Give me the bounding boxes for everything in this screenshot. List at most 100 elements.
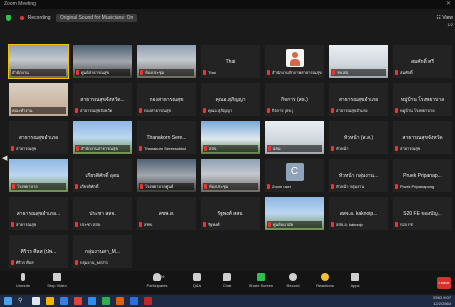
zoom-app-icon[interactable] bbox=[88, 297, 96, 305]
mic-muted-icon bbox=[268, 146, 271, 152]
file-explorer-icon[interactable] bbox=[46, 297, 54, 305]
participant-tile[interactable]: สำนักงาน bbox=[8, 44, 69, 79]
participant-tile[interactable]: Pruek Pripanap... Pruek Pripanapong bbox=[392, 158, 453, 193]
recording-icon bbox=[20, 15, 25, 20]
task-view-icon[interactable] bbox=[32, 297, 40, 305]
stop-video-button[interactable]: Stop Video bbox=[40, 273, 74, 292]
meeting-info-bar: Recording Original Sound for Musicians: … bbox=[0, 10, 455, 26]
participant-name-text: รัฐพงศ์ bbox=[208, 222, 220, 227]
participant-tile[interactable]: สาธารณสุขจังหวัด สาธารณสุข bbox=[392, 120, 453, 155]
mic-muted-icon bbox=[203, 222, 206, 228]
participant-name-label: ศูนย์อนามัย bbox=[267, 221, 322, 228]
mic-muted-icon bbox=[139, 146, 142, 152]
participant-tile[interactable]: ศิริวร ศีลส (ปพ... ศิริวร ศีลส bbox=[8, 234, 69, 269]
mic-muted-icon bbox=[203, 108, 206, 114]
participant-grid: สำนักงาน ศูนย์สาธารณสุข ห้องประชุม Thai Thai… bbox=[8, 44, 453, 270]
participant-name-label: สำนักงานสาธารณสุข bbox=[75, 145, 130, 152]
participant-name-label: ศูนย์สาธารณสุข bbox=[75, 69, 130, 76]
participant-tile[interactable]: กองสาธารณสุข กองสาธารณสุข bbox=[136, 82, 197, 117]
participant-tile[interactable]: สสจ.อ. kaknoip... สสจ.อ. kaknoip bbox=[328, 196, 389, 231]
windows-taskbar: ⚲ ENG 9:07 12/2/2564 bbox=[0, 295, 455, 307]
participant-name-text: คณะทำงาน bbox=[12, 108, 33, 113]
word-icon[interactable] bbox=[130, 297, 138, 305]
participant-tile[interactable]: หมู่บ้าน โรงพยาบาล หมู่บ้าน โรงพยาบาล bbox=[392, 82, 453, 117]
participant-tile[interactable]: สาธารณสุขอำเภอ... สาธารณสุข bbox=[8, 196, 69, 231]
line-app-icon[interactable] bbox=[102, 297, 110, 305]
shield-icon[interactable] bbox=[6, 14, 11, 21]
participant-tile[interactable]: ประชา สสจ. ประชา สสจ. bbox=[72, 196, 133, 231]
share-screen-button[interactable]: Share Screen bbox=[244, 273, 278, 292]
participant-name-text: สาธารณสุข bbox=[16, 146, 37, 151]
mic-muted-icon bbox=[267, 184, 270, 190]
sound-status[interactable]: Original Sound for Musicians: On bbox=[55, 14, 138, 22]
participant-name-label: อสม. bbox=[267, 145, 322, 152]
participant-name-text: โรงพยาบาลศูนย์ bbox=[145, 184, 174, 189]
powerpoint-icon[interactable] bbox=[116, 297, 124, 305]
participant-name-text: ประชา สสจ. bbox=[80, 222, 102, 227]
participant-display-name: Thanakorn Sere... bbox=[146, 134, 187, 141]
participant-tile[interactable]: สาธารณสุขอำเภอ สาธารณสุข bbox=[8, 120, 69, 155]
reactions-button[interactable]: Reactions bbox=[308, 273, 342, 292]
participant-tile[interactable]: ห้องประชุม bbox=[136, 44, 197, 79]
mic-muted-icon bbox=[204, 184, 207, 190]
participant-tile[interactable]: สสจ. bbox=[200, 120, 261, 155]
participant-tile[interactable]: สาธารณสุขจังหวัด... สาธารณสุขจังหวัด bbox=[72, 82, 133, 117]
participant-tile[interactable]: เกียรติศักดิ์ อุดม เกียรติศักดิ์ bbox=[72, 158, 133, 193]
acrobat-icon[interactable] bbox=[144, 297, 152, 305]
participants-button[interactable]: 39 Participants bbox=[140, 273, 174, 292]
clock-time: 9:07 bbox=[443, 295, 451, 300]
search-icon[interactable]: ⚲ bbox=[18, 297, 26, 305]
participant-tile[interactable]: หัวหน้า กลุ่มงาน... หัวหน้า กลุ่มงาน bbox=[328, 158, 389, 193]
edge-icon[interactable] bbox=[60, 297, 68, 305]
participant-tile[interactable]: สชพ.ส. สชพ. bbox=[136, 196, 197, 231]
participant-name-text: สสจ.อ. kaknoip bbox=[336, 222, 363, 227]
participant-display-name: สชพ.ส. bbox=[158, 210, 175, 217]
participant-tile[interactable]: ห้องประชุม bbox=[200, 158, 261, 193]
apps-button[interactable]: Apps bbox=[338, 273, 372, 292]
participant-tile[interactable]: ศูนย์สาธารณสุข bbox=[72, 44, 133, 79]
system-tray[interactable]: ENG 9:07 12/2/2564 bbox=[433, 295, 451, 307]
participant-tile[interactable]: Thanakorn Sere... Thanakorn Sereesukkul bbox=[136, 120, 197, 155]
qa-button[interactable]: Q&A bbox=[180, 273, 214, 292]
participant-name-label: สสจ.อ. kaknoip bbox=[331, 221, 386, 228]
mic-muted-icon bbox=[139, 222, 142, 228]
participant-name-text: อสม. bbox=[273, 146, 282, 151]
participant-tile[interactable]: กลุ่มงานสา_M... กลุ่มงาน_MSTS bbox=[72, 234, 133, 269]
participant-display-name: Pruek Pripanap... bbox=[403, 172, 442, 179]
participant-name-label: สำนักงานกักภาพสาธารณสุข bbox=[267, 69, 322, 76]
participant-name-text: สำนักงานกักภาพสาธารณสุข bbox=[272, 70, 322, 75]
close-icon[interactable]: ✕ bbox=[446, 0, 451, 9]
mic-muted-icon bbox=[75, 184, 78, 190]
participant-tile[interactable]: รัฐพงศ์ สสจ. รัฐพงศ์ bbox=[200, 196, 261, 231]
participant-tile[interactable]: คณะทำงาน bbox=[8, 82, 69, 117]
participant-display-name: ศิริวร ศีลส (ปพ... bbox=[20, 248, 57, 255]
mic-muted-icon bbox=[12, 184, 15, 190]
participant-tile[interactable]: อสม. bbox=[264, 120, 325, 155]
participant-tile[interactable]: คุณอ.สุภิญญา คุณอ.สุภิญญา bbox=[200, 82, 261, 117]
language-indicator: ENG bbox=[433, 295, 443, 300]
participant-tile[interactable]: สมศักดิ์ ศรี สมศักดิ์ bbox=[392, 44, 453, 79]
unmute-button[interactable]: Unmute bbox=[6, 273, 40, 292]
participant-tile[interactable]: โรงพยาบาล bbox=[8, 158, 69, 193]
mic-muted-icon bbox=[203, 70, 206, 76]
chat-button[interactable]: Chat bbox=[210, 273, 244, 292]
participant-tile[interactable]: โรงพยาบาลศูนย์ bbox=[136, 158, 197, 193]
participant-display-name: สาธารณสุขอำเภอ... bbox=[16, 210, 61, 217]
chrome-icon[interactable] bbox=[74, 297, 82, 305]
leave-button[interactable]: Leave bbox=[437, 277, 451, 289]
participant-tile[interactable]: S20 FE ของบัญ... S20 FE bbox=[392, 196, 453, 231]
participant-tile[interactable]: หัวหน้า (ส.ส.) หัวหน้า bbox=[328, 120, 389, 155]
mic-muted-icon bbox=[395, 146, 398, 152]
participant-tile[interactable]: C Zoom user bbox=[264, 158, 325, 193]
record-button[interactable]: Record bbox=[276, 273, 310, 292]
participant-tile[interactable]: รพ.สต. bbox=[328, 44, 389, 79]
participant-tile[interactable]: Thai Thai bbox=[200, 44, 261, 79]
participant-tile[interactable]: กิจการ (สธ.) กิจการ (สธ.) bbox=[264, 82, 325, 117]
participant-tile[interactable]: สาธารณสุขอำเภอ สาธารณสุขอำเภอ bbox=[328, 82, 389, 117]
participant-tile[interactable]: สำนักงานสาธารณสุข bbox=[72, 120, 133, 155]
participant-tile[interactable]: ศูนย์อนามัย bbox=[264, 196, 325, 231]
windows-start-icon[interactable] bbox=[4, 297, 12, 305]
participant-name-text: เกียรติศักดิ์ bbox=[80, 184, 99, 189]
participant-tile[interactable]: สำนักงานกักภาพสาธารณสุข bbox=[264, 44, 325, 79]
participant-name-text: สาธารณสุข bbox=[400, 146, 421, 151]
